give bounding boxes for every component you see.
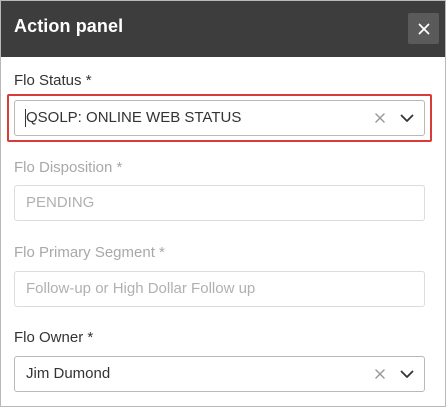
clear-icon[interactable] [374,112,386,124]
close-button[interactable] [408,13,439,44]
chevron-down-icon[interactable] [400,114,414,123]
chevron-down-icon[interactable] [400,370,414,379]
flo-disposition-field: PENDING [14,185,425,221]
flo-disposition-label: Flo Disposition * [14,159,123,176]
flo-owner-value: Jim Dumond [26,365,111,382]
flo-status-value: QSOLP: ONLINE WEB STATUS [26,109,242,126]
flo-primary-segment-placeholder: Follow-up or High Dollar Follow up [26,280,256,297]
action-panel: Action panel Flo Status * QSOLP: ONLINE … [0,0,446,407]
flo-status-label: Flo Status * [14,72,92,89]
panel-header: Action panel [1,1,445,57]
flo-primary-segment-label: Flo Primary Segment * [14,244,165,261]
clear-icon[interactable] [374,368,386,380]
close-icon [418,23,429,34]
flo-disposition-placeholder: PENDING [26,194,95,211]
flo-owner-select[interactable]: Jim Dumond [14,356,425,392]
flo-status-select[interactable]: QSOLP: ONLINE WEB STATUS [14,100,425,136]
panel-title: Action panel [14,16,124,36]
flo-owner-label: Flo Owner * [14,329,94,346]
flo-primary-segment-field: Follow-up or High Dollar Follow up [14,271,425,307]
